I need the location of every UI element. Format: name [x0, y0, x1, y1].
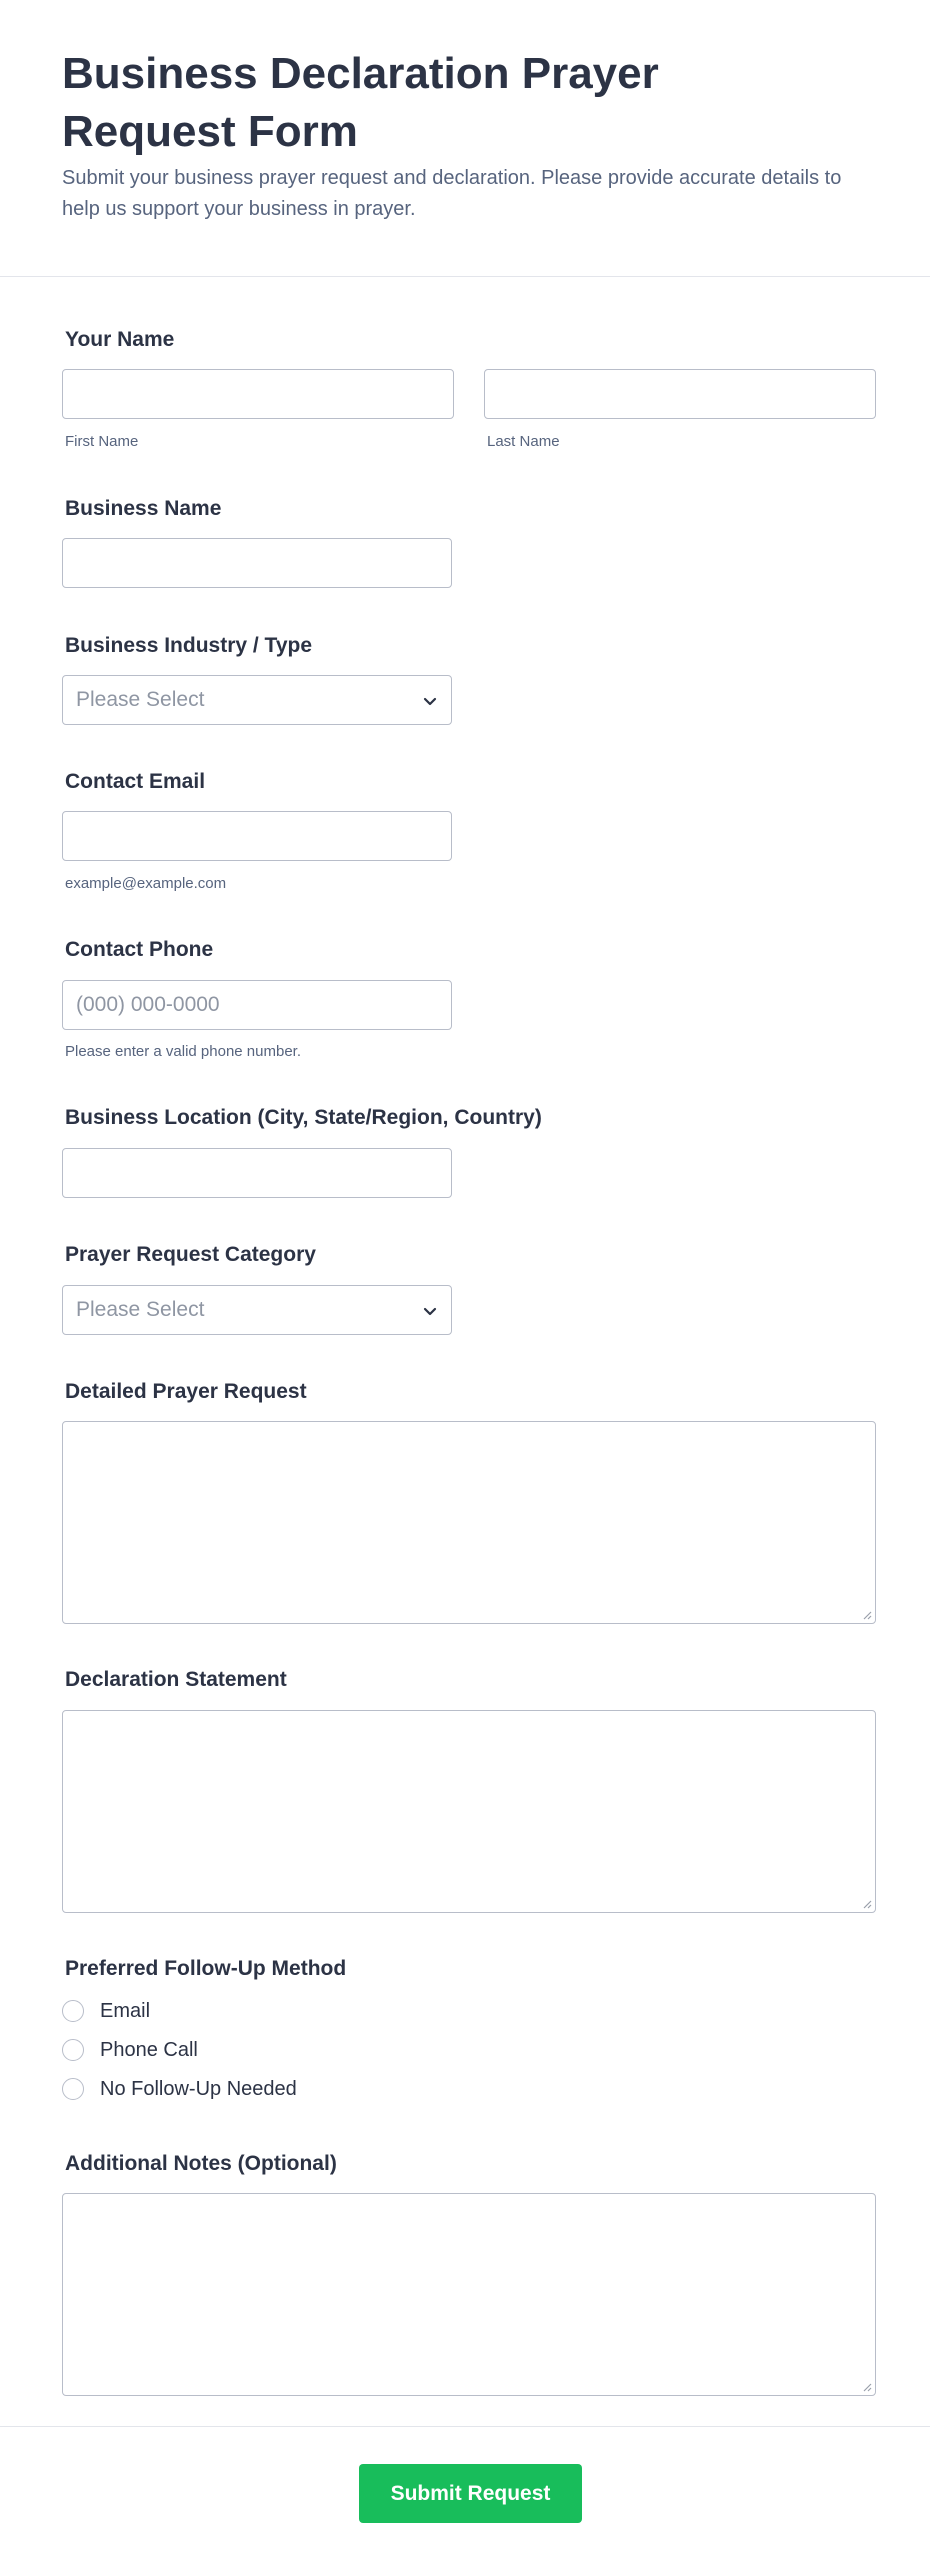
footer-divider [0, 2426, 930, 2427]
resize-grip-icon[interactable] [860, 2380, 872, 2392]
phone-label: Contact Phone [65, 938, 214, 961]
first-name-input[interactable] [62, 369, 454, 419]
last-name-sublabel: Last Name [487, 433, 560, 450]
phone-sublabel: Please enter a valid phone number. [65, 1043, 301, 1060]
resize-grip-icon[interactable] [860, 1897, 872, 1909]
form-header: Business Declaration Prayer Request Form… [0, 0, 930, 277]
location-input[interactable] [62, 1148, 452, 1198]
category-selected-value: Please Select [76, 1298, 205, 1321]
radio-label: No Follow-Up Needed [100, 2078, 297, 2100]
category-select[interactable]: Please Select [62, 1285, 452, 1335]
chevron-down-icon [423, 1307, 437, 1316]
detailed-request-textarea[interactable] [62, 1421, 876, 1624]
follow-up-label: Preferred Follow-Up Method [65, 1957, 347, 1980]
declaration-textarea[interactable] [62, 1710, 876, 1913]
submit-button[interactable]: Submit Request [359, 2464, 582, 2523]
notes-label: Additional Notes (Optional) [65, 2152, 337, 2175]
declaration-label: Declaration Statement [65, 1668, 287, 1691]
business-name-input[interactable] [62, 538, 452, 588]
radio-button[interactable] [62, 2078, 84, 2100]
notes-textarea[interactable] [62, 2193, 876, 2396]
industry-label: Business Industry / Type [65, 634, 313, 657]
phone-placeholder: (000) 000-0000 [76, 993, 220, 1016]
detailed-request-label: Detailed Prayer Request [65, 1380, 307, 1403]
email-label: Contact Email [65, 770, 206, 793]
industry-selected-value: Please Select [76, 688, 205, 711]
chevron-down-icon [423, 697, 437, 706]
last-name-input[interactable] [484, 369, 876, 419]
email-input[interactable] [62, 811, 452, 861]
radio-label: Phone Call [100, 2039, 198, 2061]
resize-grip-icon[interactable] [860, 1608, 872, 1620]
radio-button[interactable] [62, 2000, 84, 2022]
radio-button[interactable] [62, 2039, 84, 2061]
your-name-label: Your Name [65, 328, 175, 351]
email-sublabel: example@example.com [65, 875, 227, 892]
business-name-label: Business Name [65, 497, 222, 520]
radio-label: Email [100, 2000, 151, 2022]
location-label: Business Location (City, State/Region, C… [65, 1106, 542, 1129]
first-name-sublabel: First Name [65, 433, 139, 450]
category-label: Prayer Request Category [65, 1243, 316, 1266]
page-title: Business Declaration Prayer Request Form [62, 49, 659, 156]
industry-select[interactable]: Please Select [62, 675, 452, 725]
phone-input[interactable]: (000) 000-0000 [62, 980, 452, 1030]
page-subtitle: Submit your business prayer request and … [62, 167, 842, 220]
